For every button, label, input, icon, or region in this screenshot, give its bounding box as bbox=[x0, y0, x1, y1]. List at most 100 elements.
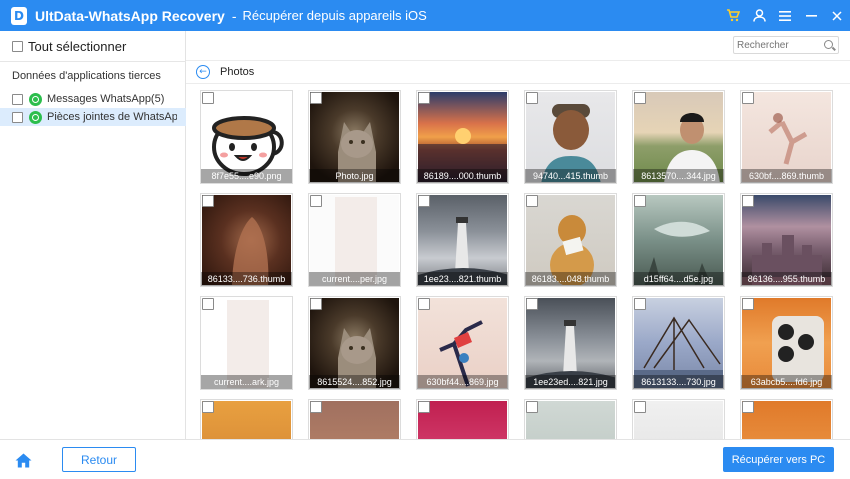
photo-tile[interactable] bbox=[632, 399, 725, 439]
minimize-icon[interactable] bbox=[798, 0, 824, 31]
photo-tile[interactable]: d15ff64....d5e.jpg bbox=[632, 193, 725, 287]
checkbox[interactable] bbox=[418, 92, 430, 104]
checkbox[interactable] bbox=[634, 298, 646, 310]
file-name: 94740...415.thumb bbox=[525, 169, 616, 183]
search-input[interactable] bbox=[734, 39, 820, 51]
app-subtitle: Récupérer depuis appareils iOS bbox=[242, 8, 427, 23]
checkbox[interactable] bbox=[634, 401, 646, 413]
recover-to-pc-button[interactable]: Récupérer vers PC bbox=[723, 447, 834, 472]
photo-tile[interactable]: 86133....736.thumb bbox=[200, 193, 293, 287]
app-name: UltData-WhatsApp Recovery bbox=[35, 7, 225, 24]
photo-tile[interactable] bbox=[524, 399, 617, 439]
photo-tile[interactable] bbox=[308, 399, 401, 439]
scrollbar[interactable] bbox=[841, 84, 850, 439]
checkbox[interactable] bbox=[310, 195, 322, 207]
photo-tile[interactable] bbox=[416, 399, 509, 439]
whatsapp-icon bbox=[29, 110, 42, 124]
photo-tile[interactable]: 1ee23....821.thumb bbox=[416, 193, 509, 287]
checkbox[interactable] bbox=[526, 298, 538, 310]
select-all-checkbox[interactable]: Tout sélectionner bbox=[12, 39, 126, 54]
photo-thumbnail bbox=[526, 401, 615, 439]
checkbox[interactable] bbox=[742, 92, 754, 104]
checkbox[interactable] bbox=[12, 41, 23, 52]
back-button[interactable]: Retour bbox=[62, 447, 136, 472]
sidebar-item-label: Pièces jointes de WhatsApp(... bbox=[47, 111, 177, 123]
whatsapp-icon bbox=[29, 92, 42, 106]
divider bbox=[186, 60, 850, 61]
home-icon[interactable] bbox=[15, 453, 32, 468]
search-box[interactable] bbox=[733, 36, 839, 54]
photo-thumbnail bbox=[742, 401, 831, 439]
footer: Retour Récupérer vers PC bbox=[0, 439, 850, 479]
photo-grid: 8f7e55....e90.png Photo.jpg 86189....000.t… bbox=[187, 84, 839, 439]
photo-tile[interactable]: 94740...415.thumb bbox=[524, 90, 617, 184]
photo-thumbnail bbox=[418, 401, 507, 439]
app-logo-icon: D bbox=[11, 6, 27, 25]
checkbox[interactable] bbox=[526, 401, 538, 413]
photo-tile[interactable]: 86183....048.thumb bbox=[524, 193, 617, 287]
checkbox[interactable] bbox=[418, 195, 430, 207]
file-name: 1ee23ed....821.jpg bbox=[525, 375, 616, 389]
photo-tile[interactable]: 1ee23ed....821.jpg bbox=[524, 296, 617, 390]
folder-title: Photos bbox=[220, 66, 255, 78]
file-name: Photo.jpg bbox=[309, 169, 400, 183]
checkbox[interactable] bbox=[202, 401, 214, 413]
photo-tile[interactable]: 63abcb5....fd6.jpg bbox=[740, 296, 833, 390]
photo-tile[interactable]: Photo.jpg bbox=[308, 90, 401, 184]
photo-tile[interactable]: 630bf44....869.jpg bbox=[416, 296, 509, 390]
file-name: current....ark.jpg bbox=[201, 375, 292, 389]
cart-icon[interactable] bbox=[720, 0, 746, 31]
checkbox[interactable] bbox=[202, 92, 214, 104]
checkbox[interactable] bbox=[526, 195, 538, 207]
photo-thumbnail bbox=[634, 401, 723, 439]
photo-tile[interactable]: 86136....955.thumb bbox=[740, 193, 833, 287]
photo-tile[interactable] bbox=[200, 399, 293, 439]
user-icon[interactable] bbox=[746, 0, 772, 31]
checkbox[interactable] bbox=[310, 92, 322, 104]
title-bar: D UltData-WhatsApp Recovery - Récupérer … bbox=[0, 0, 850, 31]
checkbox[interactable] bbox=[526, 92, 538, 104]
photo-tile[interactable]: 8f7e55....e90.png bbox=[200, 90, 293, 184]
file-name: 1ee23....821.thumb bbox=[417, 272, 508, 286]
photo-thumbnail bbox=[310, 401, 399, 439]
photo-tile[interactable]: current....ark.jpg bbox=[200, 296, 293, 390]
file-name: d15ff64....d5e.jpg bbox=[633, 272, 724, 286]
file-name: 86183....048.thumb bbox=[525, 272, 616, 286]
checkbox[interactable] bbox=[418, 298, 430, 310]
checkbox[interactable] bbox=[742, 298, 754, 310]
checkbox[interactable] bbox=[634, 92, 646, 104]
sidebar-section-title: Données d'applications tierces bbox=[12, 70, 161, 82]
select-all-label: Tout sélectionner bbox=[28, 39, 127, 54]
checkbox[interactable] bbox=[310, 401, 322, 413]
sidebar: Tout sélectionner Données d'applications… bbox=[0, 31, 186, 439]
checkbox[interactable] bbox=[12, 111, 23, 123]
checkbox[interactable] bbox=[202, 195, 214, 207]
photo-tile[interactable]: 8613133....730.jpg bbox=[632, 296, 725, 390]
checkbox[interactable] bbox=[202, 298, 214, 310]
search-icon[interactable] bbox=[824, 40, 833, 49]
file-name: 86133....736.thumb bbox=[201, 272, 292, 286]
photo-tile[interactable]: 86189....000.thumb bbox=[416, 90, 509, 184]
checkbox[interactable] bbox=[742, 401, 754, 413]
photo-tile[interactable]: 8615524....852.jpg bbox=[308, 296, 401, 390]
file-name: 8615524....852.jpg bbox=[309, 375, 400, 389]
checkbox[interactable] bbox=[310, 298, 322, 310]
close-icon[interactable] bbox=[824, 0, 850, 31]
title-separator: - bbox=[231, 7, 237, 24]
back-arrow-icon[interactable]: ← bbox=[196, 65, 210, 79]
checkbox[interactable] bbox=[742, 195, 754, 207]
file-name: 630bf....869.thumb bbox=[741, 169, 832, 183]
photo-tile[interactable]: current....per.jpg bbox=[308, 193, 401, 287]
file-name: 8f7e55....e90.png bbox=[201, 169, 292, 183]
photo-tile[interactable]: 630bf....869.thumb bbox=[740, 90, 833, 184]
photo-tile[interactable] bbox=[740, 399, 833, 439]
checkbox[interactable] bbox=[418, 401, 430, 413]
sidebar-item-attachments[interactable]: Pièces jointes de WhatsApp(... bbox=[0, 108, 186, 126]
sidebar-item-messages[interactable]: Messages WhatsApp(5) bbox=[0, 90, 186, 108]
checkbox[interactable] bbox=[12, 93, 23, 105]
photo-thumbnail bbox=[202, 401, 291, 439]
file-name: 63abcb5....fd6.jpg bbox=[741, 375, 832, 389]
menu-icon[interactable] bbox=[772, 0, 798, 31]
checkbox[interactable] bbox=[634, 195, 646, 207]
photo-tile[interactable]: 8613570....344.jpg bbox=[632, 90, 725, 184]
